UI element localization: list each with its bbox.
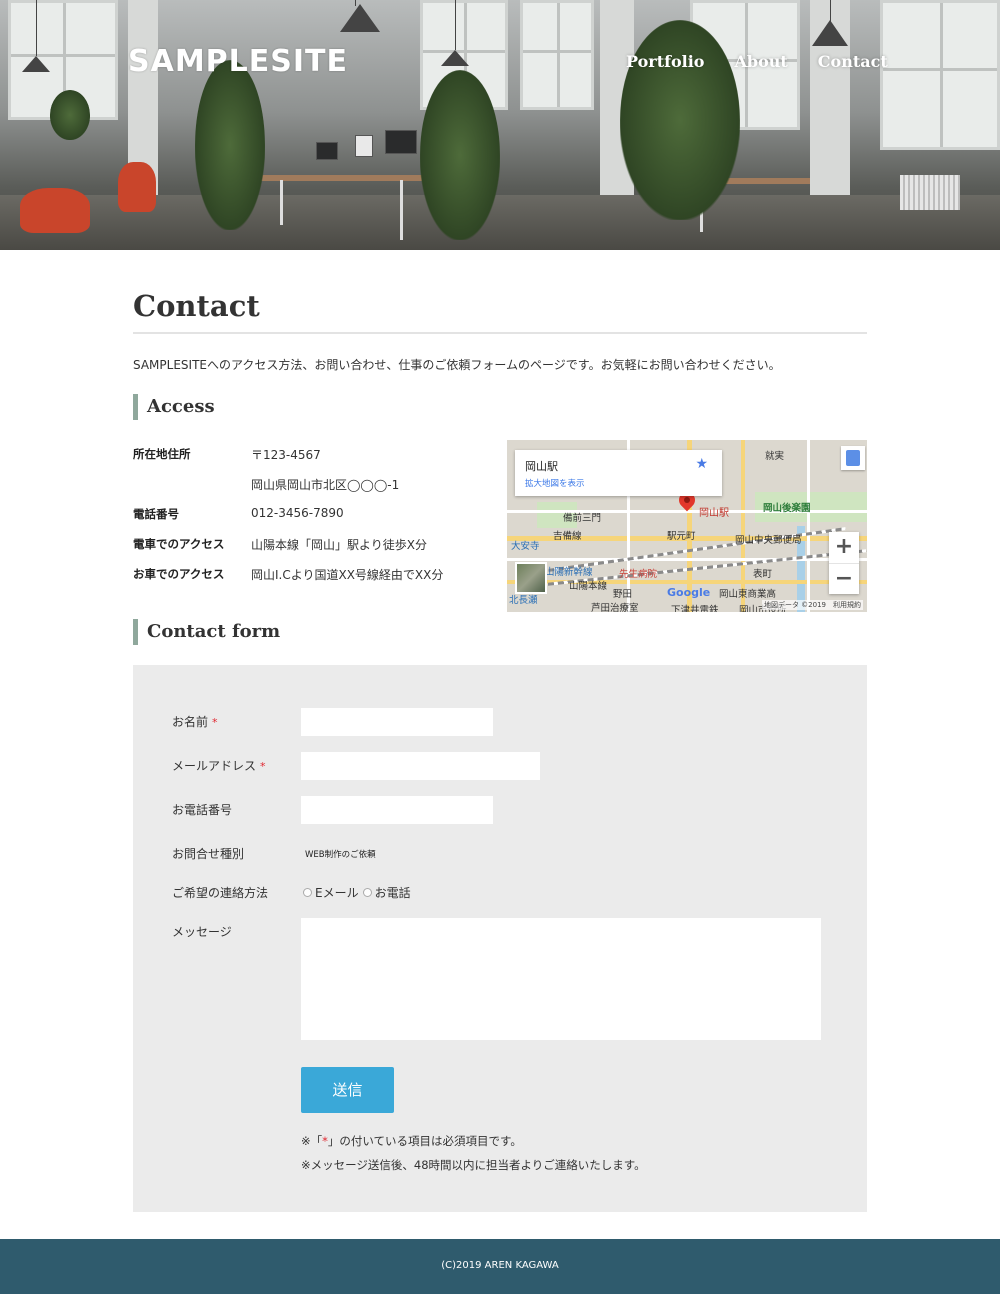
site-logo[interactable]: SAMPLESITE <box>128 44 348 79</box>
satellite-toggle-thumbnail[interactable] <box>515 562 547 594</box>
radio-email[interactable]: Eメール <box>303 884 359 901</box>
main-nav: Portfolio About Contact <box>626 52 888 71</box>
access-heading: Access <box>133 394 215 420</box>
nav-contact[interactable]: Contact <box>818 52 888 71</box>
map-label: 備前三門 <box>563 513 602 524</box>
map-label: 下津井電鉄 <box>671 605 719 612</box>
access-value: 岡山I.Cより国道XX号線経由でXX分 <box>251 568 444 582</box>
map-zoom-controls: + − <box>829 532 859 594</box>
access-row-car: お車でのアクセス 岡山I.Cより国道XX号線経由でXX分 <box>133 566 493 596</box>
map-label: 山陽新幹線 <box>545 567 593 578</box>
map-place-card: 岡山駅 拡大地図を表示 ★ <box>515 450 722 496</box>
map-label: 芦田治療室 <box>591 603 639 612</box>
map-label: 駅元町 <box>667 531 696 542</box>
map-label: 就実 <box>765 451 785 462</box>
intro-text: SAMPLESITEへのアクセス方法、お問い合わせ、仕事のご依頼フォームのページ… <box>133 358 781 372</box>
access-row-phone: 電話番号 012-3456-7890 <box>133 506 493 536</box>
email-label-text: メールアドレス <box>172 759 257 773</box>
note-text: ※「 <box>301 1134 323 1148</box>
access-value: 岡山県岡山市北区◯◯◯-1 <box>251 478 400 492</box>
required-note: ※「*」の付いている項目は必須項目です。 <box>301 1133 522 1149</box>
zoom-in-button[interactable]: + <box>829 532 859 563</box>
access-key: 電話番号 <box>133 507 179 521</box>
google-logo: Google <box>667 586 711 599</box>
phone-input[interactable] <box>301 796 493 824</box>
phone-label: お電話番号 <box>172 803 233 817</box>
site-footer: (C)2019 AREN KAGAWA <box>0 1239 1000 1294</box>
street-view-pegman-icon[interactable] <box>841 446 865 470</box>
contact-form-heading: Contact form <box>133 619 280 645</box>
radio-button-icon[interactable] <box>362 888 372 897</box>
access-row-train: 電車でのアクセス 山陽本線「岡山」駅より徒歩X分 <box>133 536 493 566</box>
map-label: 大安寺 <box>511 541 540 552</box>
page-title: Contact <box>133 289 260 323</box>
reply-note: ※メッセージ送信後、48時間以内に担当者よりご連絡いたします。 <box>301 1158 646 1172</box>
map-pin-label: 岡山駅 <box>699 508 729 519</box>
name-input[interactable] <box>301 708 493 736</box>
map-label: 野田 <box>613 589 633 600</box>
zoom-out-button[interactable]: − <box>829 563 859 594</box>
map-label: 表町 <box>753 569 773 580</box>
map-label: 吉備線 <box>553 531 582 542</box>
radio-email-label: Eメール <box>315 886 359 900</box>
required-mark: * <box>260 760 266 773</box>
nav-portfolio[interactable]: Portfolio <box>626 52 704 71</box>
main-content: Contact SAMPLESITEへのアクセス方法、お問い合わせ、仕事のご依頼… <box>133 250 867 1212</box>
map-enlarge-link[interactable]: 拡大地図を表示 <box>525 477 585 489</box>
map-copyright[interactable]: 地図データ ©2019 利用規約 <box>761 600 863 610</box>
access-value: 〒123-4567 <box>251 448 321 462</box>
message-label: メッセージ <box>172 925 232 939</box>
map-label: 北長瀬 <box>509 595 538 606</box>
email-label: メールアドレス * <box>172 757 266 774</box>
footer-copyright: (C)2019 AREN KAGAWA <box>441 1260 559 1271</box>
radio-button-icon[interactable] <box>303 888 312 897</box>
radio-phone[interactable]: お電話 <box>362 884 411 901</box>
message-textarea[interactable] <box>301 918 821 1040</box>
title-divider <box>133 332 867 334</box>
email-input[interactable] <box>301 752 540 780</box>
google-map-embed[interactable]: 岡山後楽園 備前三門 大安寺 吉備線 岡山中央郵便局 駅元町 山陽新幹線 山陽本… <box>507 440 867 612</box>
access-key: お車でのアクセス <box>133 567 225 581</box>
required-mark: * <box>212 716 218 729</box>
submit-button[interactable]: 送信 <box>301 1067 394 1113</box>
map-label: 岡山後楽園 <box>763 503 811 514</box>
hero-header: SAMPLESITE Portfolio About Contact <box>0 0 1000 250</box>
access-key: 所在地住所 <box>133 447 191 461</box>
map-label: 先生病院 <box>619 569 658 580</box>
map-label: 山陽本線 <box>569 581 608 592</box>
contact-method-radios: Eメール お電話 <box>303 884 415 901</box>
access-row-address: 所在地住所 〒123-4567 <box>133 446 493 476</box>
name-label: お名前 * <box>172 713 218 730</box>
contact-method-label: ご希望の連絡方法 <box>172 886 269 900</box>
inquiry-type-select[interactable]: WEB制作のご依頼 <box>305 848 376 860</box>
save-star-icon[interactable]: ★ <box>695 456 708 472</box>
radio-phone-label: お電話 <box>374 886 411 900</box>
access-info-table: 所在地住所 〒123-4567 岡山県岡山市北区◯◯◯-1 電話番号 012-3… <box>133 446 493 596</box>
map-label: 岡山東商業高 <box>719 589 777 600</box>
nav-about[interactable]: About <box>734 52 787 71</box>
map-place-name: 岡山駅 <box>525 460 558 473</box>
access-value: 山陽本線「岡山」駅より徒歩X分 <box>251 538 427 552</box>
name-label-text: お名前 <box>172 715 209 729</box>
inquiry-type-label: お問合せ種別 <box>172 847 245 861</box>
access-value: 012-3456-7890 <box>251 506 344 520</box>
access-row-address-line2: 岡山県岡山市北区◯◯◯-1 <box>133 476 493 506</box>
note-text: 」の付いている項目は必須項目です。 <box>327 1134 522 1148</box>
map-label: 岡山中央郵便局 <box>735 535 802 546</box>
contact-form: お名前 * メールアドレス * お電話番号 お問合せ種別 WEB制作のご依頼 ご希望… <box>133 665 867 1212</box>
access-key: 電車でのアクセス <box>133 537 225 551</box>
